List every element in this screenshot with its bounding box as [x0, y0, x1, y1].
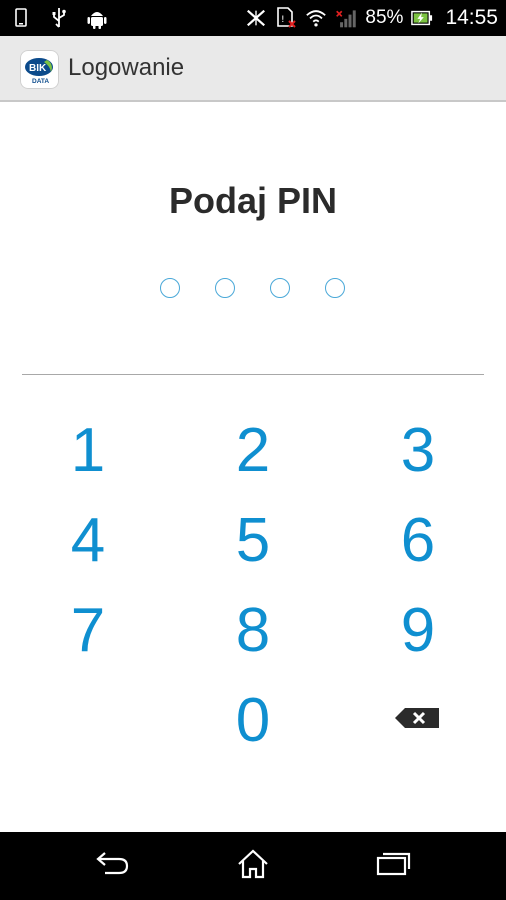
pin-dot — [215, 278, 235, 298]
navigation-bar — [0, 832, 506, 900]
pin-prompt: Podaj PIN — [168, 180, 338, 221]
status-bar: ! 85% 14:55 — [0, 0, 506, 36]
backspace-icon — [395, 706, 441, 735]
android-icon — [86, 7, 108, 29]
key-0[interactable]: 0 — [193, 680, 313, 760]
divider — [22, 374, 484, 375]
key-4[interactable]: 4 — [28, 500, 148, 580]
clock: 14:55 — [445, 6, 498, 29]
key-2[interactable]: 2 — [193, 410, 313, 490]
key-5[interactable]: 5 — [193, 500, 313, 580]
back-button[interactable] — [83, 846, 143, 886]
signal-icon — [335, 7, 357, 29]
sim-error-icon: ! — [275, 7, 297, 29]
nfc-icon — [245, 7, 267, 29]
recents-button[interactable] — [363, 846, 423, 886]
pin-dot — [325, 278, 345, 298]
screen-title: Logowanie — [68, 54, 185, 81]
svg-text:BIK: BIK — [29, 63, 47, 74]
recents-icon — [375, 851, 411, 882]
pin-dot — [160, 278, 180, 298]
wifi-icon — [305, 7, 327, 29]
pin-dot — [270, 278, 290, 298]
usb-icon — [48, 7, 70, 29]
numeric-keypad: 1 2 3 4 5 6 7 8 9 0 — [0, 408, 506, 768]
svg-text:DATA: DATA — [32, 78, 49, 85]
key-6[interactable]: 6 — [358, 500, 478, 580]
phone-outline-icon — [10, 7, 32, 29]
home-button[interactable] — [223, 846, 283, 886]
key-7[interactable]: 7 — [28, 590, 148, 670]
pin-indicator — [0, 278, 506, 302]
key-1[interactable]: 1 — [28, 410, 148, 490]
battery-charging-icon — [411, 7, 433, 29]
backspace-button[interactable] — [358, 680, 478, 760]
svg-text:!: ! — [281, 15, 285, 25]
home-icon — [236, 848, 270, 884]
battery-percent: 85% — [365, 7, 404, 28]
key-8[interactable]: 8 — [193, 590, 313, 670]
key-3[interactable]: 3 — [358, 410, 478, 490]
bik-data-logo[interactable]: BIK DATA — [20, 50, 59, 89]
back-icon — [95, 850, 131, 883]
key-9[interactable]: 9 — [358, 590, 478, 670]
action-bar: BIK DATA Logowanie — [0, 36, 506, 102]
